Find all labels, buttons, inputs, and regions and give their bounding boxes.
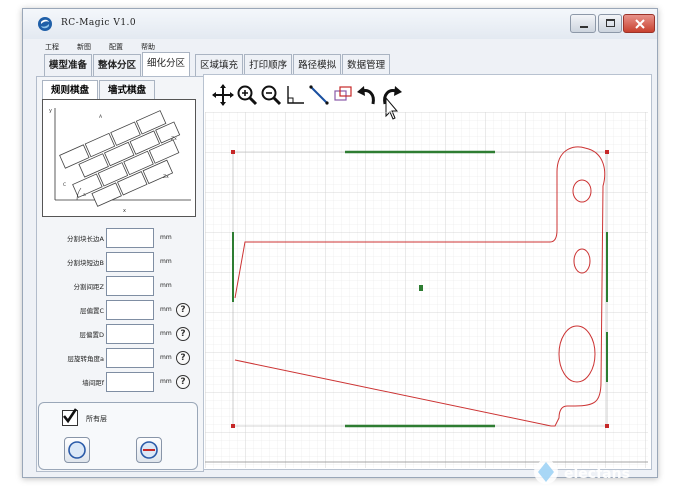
layer-offset-c-input[interactable]	[106, 300, 154, 320]
svg-text:C: C	[63, 182, 66, 188]
param-label: 分割块短边B	[67, 259, 104, 267]
param-row-long-side: 分割块长边A mm	[42, 228, 202, 248]
help-icon[interactable]: ?	[176, 327, 190, 341]
close-button[interactable]	[623, 14, 655, 33]
zoom-in-icon[interactable]	[236, 84, 258, 106]
undo-icon[interactable]	[356, 84, 378, 106]
app-logo-icon	[38, 17, 52, 31]
svg-text:x: x	[123, 208, 126, 214]
tab-regular-checkerboard[interactable]: 规则棋盘	[42, 80, 99, 100]
tab-model-prep[interactable]: 模型准备	[44, 54, 93, 76]
param-row-rotation: 层旋转角度a mm ?	[42, 348, 202, 368]
unit-label: mm	[160, 306, 172, 313]
region-icon[interactable]	[332, 84, 354, 106]
minimize-button[interactable]	[570, 14, 596, 33]
svg-text:y: y	[49, 108, 52, 114]
menu-project[interactable]: 工程	[36, 40, 68, 54]
unit-label: mm	[160, 234, 172, 241]
zoom-out-icon[interactable]	[260, 84, 282, 106]
unit-label: mm	[160, 282, 172, 289]
window-title: RC-Magic V1.0	[61, 18, 137, 28]
wall-spacing-input[interactable]	[106, 372, 154, 392]
elecfans-watermark: elecfans	[534, 460, 630, 484]
tab-data-mgmt[interactable]: 数据管理	[342, 54, 391, 76]
menu-config[interactable]: 配置	[100, 40, 132, 54]
svg-text:Zx: Zx	[163, 174, 169, 180]
axis-icon[interactable]	[284, 84, 306, 106]
param-label: 层旋转角度a	[67, 355, 104, 363]
unit-label: mm	[160, 258, 172, 265]
maximize-icon	[606, 19, 615, 27]
tab-wall-checkerboard[interactable]: 墙式棋盘	[99, 80, 156, 100]
layer-offset-d-input[interactable]	[106, 324, 154, 344]
menu-new[interactable]: 新图	[68, 40, 100, 54]
param-label: 分割块长边A	[67, 235, 104, 243]
all-layers-label: 所有层	[86, 415, 107, 423]
line-icon[interactable]	[308, 84, 330, 106]
tab-refine-partition[interactable]: 细化分区	[142, 52, 191, 76]
param-row-layer-offset-c: 层偏置C mm ?	[42, 300, 202, 320]
svg-text:Zx: Zx	[171, 136, 177, 142]
tab-print-order[interactable]: 打印顺序	[244, 54, 293, 76]
main-tabs: 模型准备 整体分区 细化分区 区域填充 打印顺序 路径模拟 数据管理	[44, 52, 391, 76]
svg-text:A: A	[99, 114, 103, 120]
all-layers-checkbox[interactable]	[62, 408, 78, 426]
unit-label: mm	[160, 330, 172, 337]
maximize-button[interactable]	[598, 14, 622, 33]
unit-label: mm	[160, 354, 172, 361]
close-icon	[635, 19, 645, 29]
svg-text:a: a	[83, 193, 86, 198]
circle-icon	[68, 441, 86, 459]
param-label: 层偏置D	[79, 331, 104, 339]
help-icon[interactable]: ?	[176, 375, 190, 389]
pan-icon[interactable]	[212, 84, 234, 106]
help-icon[interactable]: ?	[176, 351, 190, 365]
sub-tabs: 规则棋盘 墙式棋盘	[42, 80, 156, 100]
param-label: 层偏置C	[79, 307, 104, 315]
unit-label: mm	[160, 378, 172, 385]
help-icon[interactable]: ?	[176, 303, 190, 317]
param-row-wall-spacing: 墙间距f mm ?	[42, 372, 202, 392]
checkerboard-diagram: y x A Zx Zx a C	[42, 99, 196, 217]
param-label: 分割间距Z	[73, 283, 104, 291]
tab-overall-partition[interactable]: 整体分区	[93, 54, 142, 76]
title-bar[interactable]: RC-Magic V1.0	[23, 9, 657, 39]
tab-path-sim[interactable]: 路径模拟	[293, 54, 342, 76]
spacing-input[interactable]	[106, 276, 154, 296]
minimize-icon	[580, 26, 588, 28]
tab-region-fill[interactable]: 区域填充	[195, 54, 244, 76]
param-row-spacing: 分割间距Z mm	[42, 276, 202, 296]
svg-text:elecfans: elecfans	[564, 466, 630, 482]
long-side-input[interactable]	[106, 228, 154, 248]
grid-background	[205, 112, 648, 468]
param-row-layer-offset-d: 层偏置D mm ?	[42, 324, 202, 344]
param-label: 墙间距f	[82, 379, 104, 387]
minus-circle-icon	[140, 441, 158, 459]
toolpath-plot[interactable]	[205, 112, 648, 468]
rotation-angle-input[interactable]	[106, 348, 154, 368]
remove-layer-button[interactable]	[136, 437, 162, 463]
checkmark-icon	[62, 408, 78, 424]
add-layer-button[interactable]	[64, 437, 90, 463]
short-side-input[interactable]	[106, 252, 154, 272]
param-row-short-side: 分割块短边B mm	[42, 252, 202, 272]
